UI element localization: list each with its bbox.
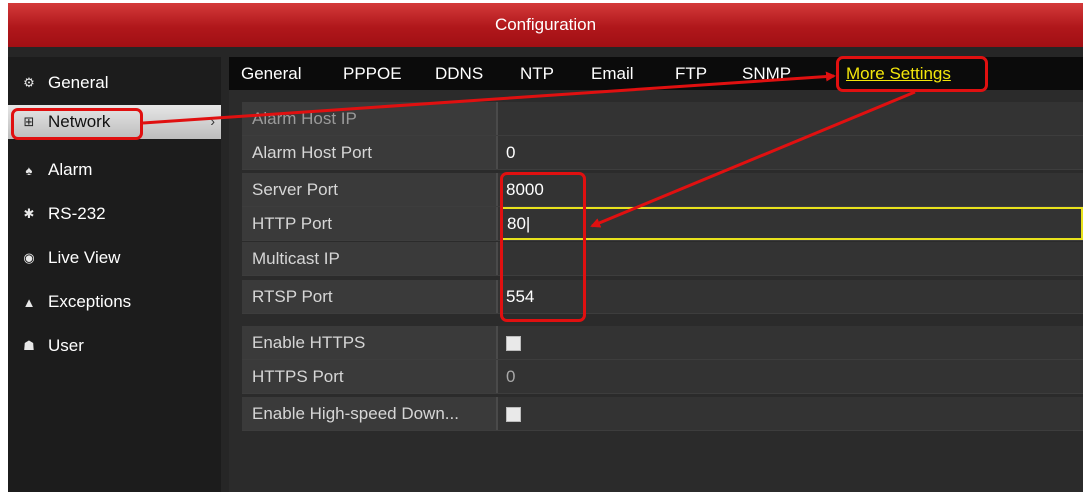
server-port-label: Server Port — [242, 173, 498, 206]
sidebar-item-exceptions[interactable]: ▲ Exceptions — [8, 285, 221, 319]
serial-port-icon: ✱ — [23, 206, 35, 221]
row-server-port: Server Port 8000 — [242, 173, 1083, 207]
chevron-right-icon: › — [210, 113, 215, 129]
tab-snmp[interactable]: SNMP — [742, 64, 791, 84]
http-port-field[interactable]: 80| — [500, 207, 1083, 240]
sidebar-item-label: Live View — [48, 248, 121, 267]
gear-icon: ⚙ — [23, 75, 35, 90]
sidebar-item-label: Exceptions — [48, 292, 132, 311]
row-rtsp-port: RTSP Port 554 — [242, 280, 1083, 314]
sidebar-item-network[interactable]: ⊞ Network › — [8, 105, 221, 139]
multicast-ip-field[interactable] — [500, 242, 1083, 275]
tab-ddns[interactable]: DDNS — [435, 64, 483, 84]
sidebar-item-label: General — [48, 73, 109, 92]
row-enable-high-speed-download: Enable High-speed Down... — [242, 397, 1083, 431]
sidebar-item-alarm[interactable]: ♠ Alarm — [8, 153, 221, 187]
sidebar: ⚙ General ⊞ Network › ♠ Alarm ✱ RS-232 ◉… — [8, 57, 221, 492]
alarm-host-ip-label: Alarm Host IP — [242, 102, 498, 135]
row-alarm-host-ip: Alarm Host IP — [242, 102, 1083, 136]
warning-icon: ▲ — [22, 294, 36, 310]
content-panel: General PPPOE DDNS NTP Email FTP SNMP Mo… — [229, 57, 1083, 492]
https-port-label: HTTPS Port — [242, 360, 498, 393]
tab-email[interactable]: Email — [591, 64, 634, 84]
sidebar-item-general[interactable]: ⚙ General — [8, 66, 221, 100]
enable-high-speed-download-checkbox[interactable] — [506, 407, 521, 422]
sidebar-item-label: RS-232 — [48, 204, 106, 223]
sidebar-item-label: User — [48, 336, 84, 355]
tab-ftp[interactable]: FTP — [675, 64, 707, 84]
sidebar-item-live-view[interactable]: ◉ Live View — [8, 241, 221, 275]
alarm-host-port-field[interactable]: 0 — [500, 136, 1083, 169]
alarm-icon: ♠ — [25, 162, 33, 178]
configuration-window: Configuration ⚙ General ⊞ Network › ♠ Al… — [8, 3, 1083, 492]
enable-https-label: Enable HTTPS — [242, 326, 498, 359]
window-title: Configuration — [494, 15, 597, 34]
enable-high-speed-download-label: Enable High-speed Down... — [242, 397, 498, 430]
enable-https-cell — [500, 326, 1083, 359]
row-https-port: HTTPS Port 0 — [242, 360, 1083, 394]
server-port-field[interactable]: 8000 — [500, 173, 1083, 206]
enable-https-checkbox[interactable] — [506, 336, 521, 351]
tab-ntp[interactable]: NTP — [520, 64, 554, 84]
row-enable-https: Enable HTTPS — [242, 326, 1083, 360]
sidebar-item-label: Network — [48, 112, 111, 131]
alarm-host-ip-field[interactable] — [500, 102, 1083, 135]
http-port-label: HTTP Port — [242, 207, 498, 240]
rtsp-port-field[interactable]: 554 — [500, 280, 1083, 313]
tab-pppoe[interactable]: PPPOE — [343, 64, 402, 84]
tab-bar: General PPPOE DDNS NTP Email FTP SNMP Mo… — [229, 57, 1083, 90]
enable-high-speed-download-cell — [500, 397, 1083, 430]
https-port-field[interactable]: 0 — [500, 360, 1083, 393]
tab-general[interactable]: General — [241, 64, 301, 84]
multicast-ip-label: Multicast IP — [242, 242, 498, 275]
row-multicast-ip: Multicast IP — [242, 242, 1083, 276]
network-icon: ⊞ — [23, 114, 35, 129]
sidebar-item-label: Alarm — [48, 160, 93, 179]
title-bar: Configuration — [8, 3, 1083, 47]
sidebar-item-rs232[interactable]: ✱ RS-232 — [8, 197, 221, 231]
sidebar-item-user[interactable]: ☗ User — [8, 329, 221, 363]
rtsp-port-label: RTSP Port — [242, 280, 498, 313]
eye-icon: ◉ — [23, 250, 35, 265]
row-alarm-host-port: Alarm Host Port 0 — [242, 136, 1083, 170]
alarm-host-port-label: Alarm Host Port — [242, 136, 498, 169]
row-http-port: HTTP Port 80| — [242, 207, 1083, 241]
tab-more-settings[interactable]: More Settings — [846, 64, 951, 84]
users-icon: ☗ — [23, 338, 35, 353]
